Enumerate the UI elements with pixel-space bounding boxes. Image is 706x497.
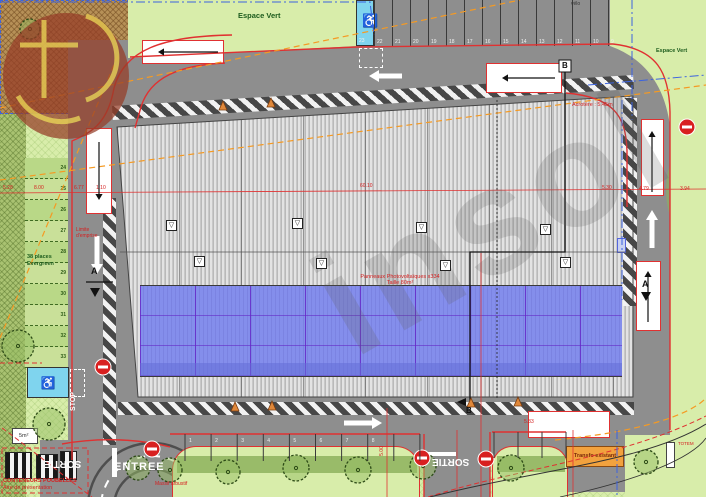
door-marker [268, 401, 276, 410]
stall-number: 5 [293, 438, 296, 444]
dimension-label: 60.10 [360, 183, 373, 189]
dimension-label: 1.10 [96, 185, 106, 191]
espace-vert-right-label: Espace Vert [656, 48, 687, 54]
traffic-arrow-head [369, 70, 379, 82]
tree-symbol [283, 455, 309, 481]
no-entry-bar [481, 458, 491, 461]
stop-marking: STOP [70, 392, 77, 411]
tree-symbol [33, 408, 65, 440]
stall-number: 8 [372, 438, 375, 444]
roof-vent: ▽ [194, 256, 205, 267]
pv-label-2: Taille 80m² [320, 280, 480, 286]
no-entry-bar [682, 126, 692, 129]
dimension-label: 6.77 [74, 185, 84, 191]
roof-vent: ▽ [166, 220, 177, 231]
roof-vent: ▽ [292, 218, 303, 229]
roof-vent: ▽ [560, 257, 571, 268]
site-plan-canvas: 24252627282930313233 23♿2221201918171615… [0, 0, 706, 497]
tree-symbol [345, 457, 371, 483]
traffic-arrow-head [646, 210, 658, 220]
sortie-left-marking: SORTIE [44, 458, 81, 469]
totem-label: TOTEM [678, 441, 694, 446]
section-b-bottom: B [466, 406, 472, 415]
tree-symbol [498, 455, 524, 481]
dimension-label: 3.94 [680, 186, 690, 192]
section-a-left: A [91, 266, 98, 276]
section-b-top: B [562, 61, 568, 70]
company-logo [3, 13, 129, 139]
roof-vent: ▽ [540, 224, 551, 235]
overlay-vectors: 1 2 3 4 5 6 7 8 [0, 0, 706, 497]
dock-arrow-head [95, 194, 102, 200]
stall-number: 4 [267, 438, 270, 444]
dimension-label: 5.28 [3, 185, 13, 191]
stall-number: 6 [320, 438, 323, 444]
dock-arrow-head [644, 271, 651, 277]
no-entry-bar [98, 366, 108, 369]
sortie-right-marking: SORTIE [432, 456, 469, 467]
stall-number: 2 [215, 438, 218, 444]
velo-label: vélo [571, 1, 580, 7]
roof-vent: ▽ [316, 258, 327, 269]
stall-number: 7 [346, 438, 349, 444]
acrotere-label: Acrotère : 5.45m [572, 102, 613, 108]
limite-label-2: d'emprise [76, 233, 98, 239]
door-marker [514, 397, 522, 406]
roof-vent: ▽ [440, 260, 451, 271]
conteneurs-label-2: Aire de présentation [3, 485, 52, 491]
dimension-label: 5.33 [524, 419, 534, 425]
no-entry-bar [417, 457, 427, 460]
dock-arrow-head [648, 131, 655, 137]
dimension-label: 8.00 [34, 185, 44, 191]
evergreen-label-1: 38 places [27, 254, 52, 260]
tree-symbol [2, 330, 34, 362]
dock-arrow-head [502, 74, 508, 81]
door-marker [219, 101, 227, 110]
conteneurs-label-1: CONTENEURS POUBELLES [3, 478, 77, 484]
tree-symbol [216, 460, 240, 484]
massif-label: Massif arbustif [155, 481, 187, 487]
dimension-label: 5.30 [602, 185, 612, 191]
stall-number: 3 [241, 438, 244, 444]
traffic-arrow-head [372, 417, 382, 429]
dock-arrow-head [158, 48, 164, 55]
section-a-right: A [642, 279, 649, 289]
dimension-label: 5.00 [379, 446, 385, 456]
espace-vert-top-label: Espace Vert [238, 11, 281, 20]
door-marker [267, 98, 275, 107]
roof-vent: ▽ [416, 222, 427, 233]
entree-marking: ENTREE [114, 461, 165, 473]
evergreen-label-2: Evergreen [27, 261, 54, 267]
no-entry-bar [147, 448, 157, 451]
stall-number: 1 [189, 438, 192, 444]
tree-symbol [634, 450, 658, 474]
door-marker [231, 402, 239, 411]
dimension-label: 4.79 [639, 186, 649, 192]
